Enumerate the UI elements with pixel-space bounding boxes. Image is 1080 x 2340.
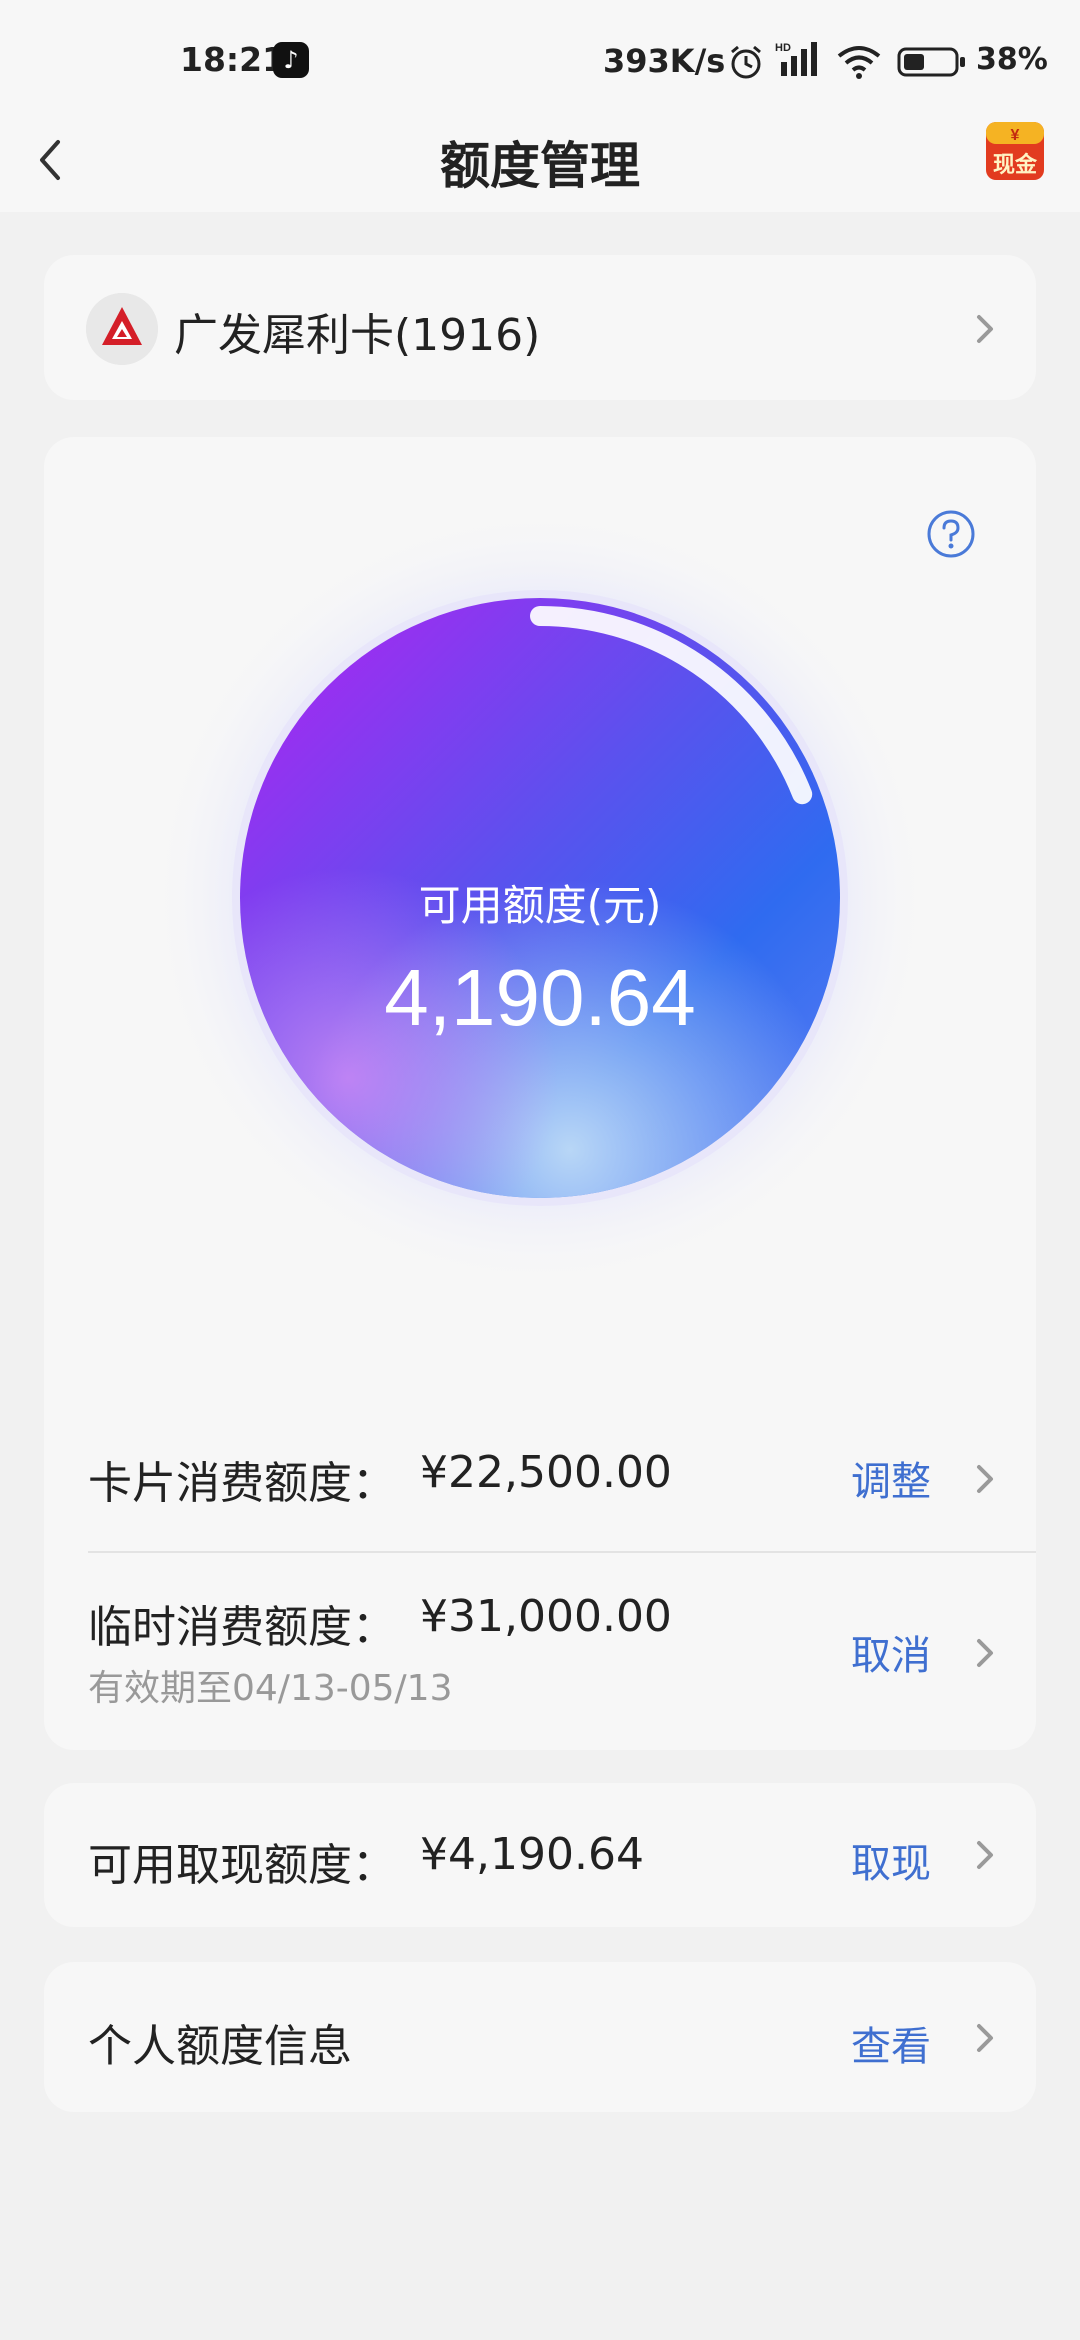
alarm-icon <box>731 45 761 79</box>
battery-percent: 38% <box>976 42 1048 77</box>
cash-red-envelope-icon[interactable]: ¥ 现金 <box>984 120 1046 182</box>
card-selector[interactable]: 广发犀利卡(1916) <box>44 255 1036 400</box>
available-credit-label: 可用额度(元) <box>418 881 662 930</box>
bank-logo-icon <box>86 293 158 365</box>
card-limit-amount: ¥22,500.00 <box>420 1447 672 1498</box>
tiktok-icon: ♪ <box>273 42 309 78</box>
adjust-limit-button[interactable]: 调整 <box>851 1449 931 1507</box>
hd-label: HD <box>775 42 791 54</box>
credit-limit-card: 可用额度(元) 4,190.64 卡片消费额度： ¥22,500.00 调整 临… <box>44 437 1036 1750</box>
cash-limit-label: 可用取现额度： <box>88 1840 396 1891</box>
temp-limit-label: 临时消费额度： <box>88 1602 396 1653</box>
temp-limit-validity: 有效期至04/13-05/13 <box>88 1668 453 1709</box>
battery-icon <box>897 47 965 77</box>
cash-symbol: ¥ <box>1011 127 1020 144</box>
chevron-right-icon <box>977 1639 993 1667</box>
view-info-button[interactable]: 查看 <box>851 2014 931 2072</box>
card-name: 广发犀利卡(1916) <box>174 310 541 361</box>
available-credit-amount: 4,190.64 <box>384 953 696 1042</box>
row-divider <box>88 1551 1036 1553</box>
temp-limit-amount: ¥31,000.00 <box>420 1591 672 1642</box>
available-credit-gauge: 可用额度(元) 4,190.64 <box>140 512 940 1272</box>
personal-limit-info-row[interactable]: 个人额度信息 查看 <box>44 1962 1036 2112</box>
nav-header: 额度管理 ¥ 现金 <box>0 120 1080 212</box>
status-time: 18:21 <box>180 40 286 79</box>
chevron-right-icon <box>977 315 993 343</box>
cash-badge-label: 现金 <box>993 152 1038 178</box>
personal-info-label: 个人额度信息 <box>88 2021 352 2072</box>
card-limit-label: 卡片消费额度： <box>88 1458 396 1509</box>
page-title: 额度管理 <box>440 137 640 195</box>
cash-limit-amount: ¥4,190.64 <box>420 1829 644 1880</box>
chevron-right-icon <box>977 1465 993 1493</box>
chevron-right-icon <box>977 2024 993 2052</box>
chevron-right-icon <box>977 1841 993 1869</box>
wifi-icon <box>837 46 881 79</box>
cancel-temp-limit-button[interactable]: 取消 <box>851 1623 931 1681</box>
signal-icon: HD <box>775 42 817 76</box>
network-speed: 393K/s <box>603 42 726 80</box>
withdraw-cash-button[interactable]: 取现 <box>851 1831 931 1889</box>
status-bar: 18:21 ♪ 393K/s HD 38% <box>0 0 1080 120</box>
cash-limit-row[interactable]: 可用取现额度： ¥4,190.64 取现 <box>44 1783 1036 1927</box>
